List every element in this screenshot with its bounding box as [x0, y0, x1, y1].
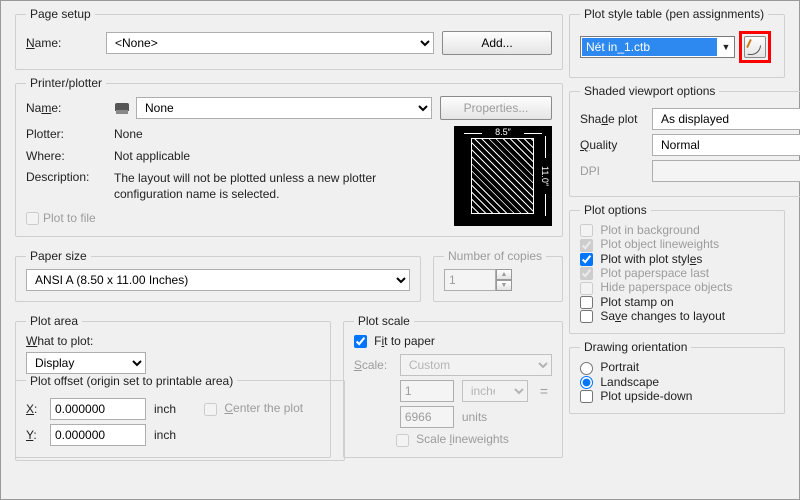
plotter-icon	[114, 101, 130, 115]
scale-lineweights-checkbox: Scale lineweights	[396, 432, 509, 446]
dpi-input	[652, 160, 800, 182]
copies-up-icon: ▲	[496, 269, 512, 280]
scale-num-input	[400, 380, 454, 402]
quality-select[interactable]: Normal	[652, 134, 800, 156]
scale-select: Custom	[400, 354, 552, 376]
save-layout-checkbox[interactable]: Save changes to layout	[580, 309, 725, 323]
properties-button: Properties...	[440, 96, 552, 120]
plot-style-table-select[interactable]: Nét in_1.ctb ▼	[580, 36, 735, 58]
copies-input	[444, 269, 496, 291]
preview-sheet	[471, 138, 534, 214]
page-setup-legend: Page setup	[26, 7, 95, 21]
pst-value: Nét in_1.ctb	[582, 38, 717, 56]
plot-with-styles-checkbox[interactable]: Plot with plot styles	[580, 252, 702, 266]
fit-to-paper-checkbox[interactable]: Fit to paper	[354, 334, 435, 348]
where-label: Where:	[26, 149, 106, 163]
copies-group: Number of copies ▲ ▼	[433, 249, 563, 302]
shaded-viewport-group: Shaded viewport options Shade plot As di…	[569, 84, 800, 197]
scale-label: Scale:	[354, 358, 392, 372]
center-plot-checkbox: Center the plot	[204, 401, 303, 415]
highlight-frame	[739, 31, 771, 63]
scale-units-select: inches	[462, 380, 528, 402]
pst-legend: Plot style table (pen assignments)	[580, 7, 768, 21]
orientation-group: Drawing orientation Portrait Landscape P…	[569, 340, 785, 414]
preview-height-label: 11.0″	[539, 136, 551, 216]
plot-stamp-checkbox[interactable]: Plot stamp on	[580, 295, 674, 309]
printer-group: Printer/plotter Name: None Properties...…	[15, 76, 563, 237]
quality-label: Quality	[580, 138, 644, 152]
drawing-units-label: units	[462, 410, 487, 424]
page-setup-group: Page setup NName:ame: <None> Add...	[15, 7, 563, 70]
plot-paperspace-checkbox: Plot paperspace last	[580, 266, 709, 280]
plot-options-group: Plot options Plot in background Plot obj…	[569, 203, 785, 334]
plot-area-legend: Plot area	[26, 314, 82, 328]
plot-style-table-group: Plot style table (pen assignments) Nét i…	[569, 7, 785, 78]
page-setup-name-label: NName:ame:	[26, 36, 98, 50]
offset-x-input[interactable]	[50, 398, 146, 420]
scale-drawing-input	[400, 406, 454, 428]
shaded-legend: Shaded viewport options	[580, 84, 719, 98]
hide-paperspace-checkbox: Hide paperspace objects	[580, 280, 732, 294]
printer-name-label: Name:	[26, 101, 106, 115]
copies-down-icon: ▼	[496, 280, 512, 291]
landscape-radio[interactable]: Landscape	[580, 375, 659, 389]
add-button[interactable]: Add...	[442, 31, 552, 55]
equals-icon: =	[536, 383, 552, 399]
plot-dialog: Page setup NName:ame: <None> Add... Prin…	[0, 0, 800, 500]
offset-y-label: Y:	[26, 428, 42, 442]
shade-plot-select[interactable]: As displayed	[652, 108, 800, 130]
description-value: The layout will not be plotted unless a …	[114, 171, 432, 202]
offset-x-label: X:	[26, 402, 42, 416]
preview-width-label: 8.5″	[464, 127, 542, 137]
page-setup-name-select[interactable]: <None>	[106, 32, 434, 54]
copies-spinner: ▲ ▼	[444, 269, 512, 291]
upside-down-checkbox[interactable]: Plot upside-down	[580, 389, 692, 403]
plot-options-legend: Plot options	[580, 203, 651, 217]
paper-size-legend: Paper size	[26, 249, 91, 263]
plot-scale-legend: Plot scale	[354, 314, 414, 328]
offset-y-input[interactable]	[50, 424, 146, 446]
chevron-down-icon[interactable]: ▼	[718, 42, 734, 52]
what-to-plot-select[interactable]: Display	[26, 352, 146, 374]
plot-to-file-checkbox: Plot to file	[26, 211, 96, 225]
plotter-value: None	[114, 127, 432, 141]
edit-plot-style-button[interactable]	[744, 36, 766, 58]
printer-name-select[interactable]: None	[136, 97, 432, 119]
plot-scale-group: Plot scale Fit to paper Scale: Custom in…	[343, 314, 563, 458]
plotter-label: Plotter:	[26, 127, 106, 141]
offset-y-unit: inch	[154, 428, 176, 442]
edit-style-icon	[746, 37, 764, 55]
plot-offset-legend: Plot offset (origin set to printable are…	[26, 374, 237, 388]
copies-legend: Number of copies	[444, 249, 546, 263]
description-label: Description:	[26, 170, 106, 184]
portrait-radio[interactable]: Portrait	[580, 360, 639, 374]
plot-lineweights-checkbox: Plot object lineweights	[580, 237, 719, 251]
plot-background-checkbox: Plot in background	[580, 223, 700, 237]
printer-legend: Printer/plotter	[26, 76, 106, 90]
where-value: Not applicable	[114, 149, 432, 163]
offset-x-unit: inch	[154, 402, 176, 416]
dpi-label: DPI	[580, 164, 644, 178]
paper-preview: 8.5″ 11.0″	[454, 126, 552, 226]
shade-plot-label: Shade plot	[580, 112, 644, 126]
orientation-legend: Drawing orientation	[580, 340, 691, 354]
paper-size-select[interactable]: ANSI A (8.50 x 11.00 Inches)	[26, 269, 410, 291]
paper-size-group: Paper size ANSI A (8.50 x 11.00 Inches)	[15, 249, 421, 302]
